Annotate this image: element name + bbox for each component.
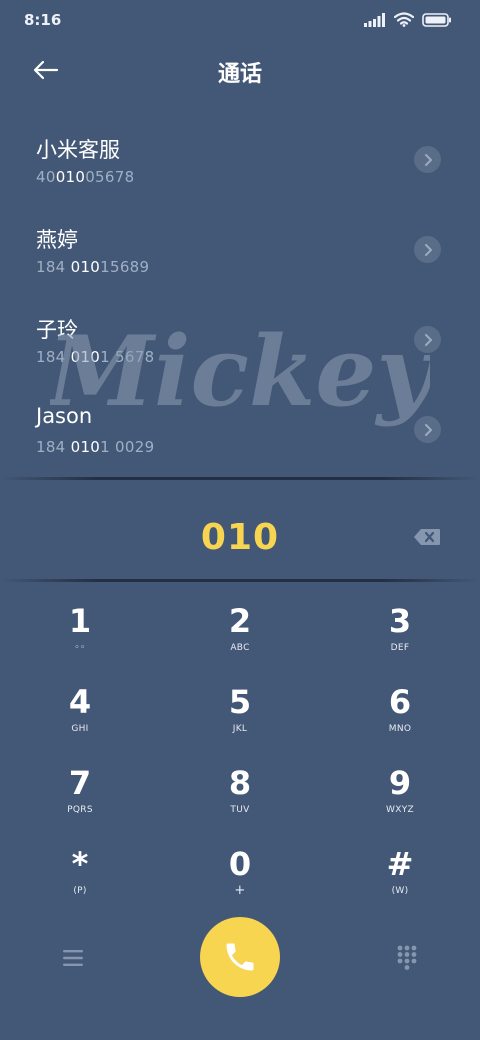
key-2[interactable]: 2 ABC [160, 602, 320, 682]
voicemail-icon: ◦◦ [74, 643, 86, 653]
contact-name: 燕婷 [36, 228, 78, 252]
status-bar: 8:16 [0, 0, 480, 42]
divider [0, 579, 480, 582]
key-5[interactable]: 5 JKL [160, 683, 320, 763]
chevron-right-icon[interactable] [414, 146, 441, 173]
contact-item[interactable]: 子玲 184 0101 5678 [0, 314, 480, 400]
contact-name: Jason [36, 404, 93, 428]
page-title: 通话 [217, 62, 262, 87]
divider [0, 477, 480, 480]
menu-icon [63, 950, 83, 966]
key-9[interactable]: 9 WXYZ [320, 764, 480, 844]
contact-item[interactable]: 燕婷 184 01015689 [0, 224, 480, 310]
key-6[interactable]: 6 MNO [320, 683, 480, 763]
phone-icon [226, 943, 254, 971]
key-hash[interactable]: # (W) [320, 845, 480, 925]
contact-number: 184 0101 0029 [36, 438, 155, 456]
status-icons [364, 12, 452, 31]
keypad-toggle-button[interactable] [392, 942, 422, 972]
contact-name: 小米客服 [36, 138, 120, 162]
key-4[interactable]: 4 GHI [0, 683, 160, 763]
contact-number: 184 01015689 [36, 258, 150, 276]
signal-icon [364, 12, 386, 31]
key-7[interactable]: 7 PQRS [0, 764, 160, 844]
key-8[interactable]: 8 TUV [160, 764, 320, 844]
key-0[interactable]: 0 + [160, 845, 320, 925]
contact-item[interactable]: 小米客服 4001005678 [0, 134, 480, 220]
key-3[interactable]: 3 DEF [320, 602, 480, 682]
keypad-icon [397, 945, 417, 970]
chevron-right-icon[interactable] [414, 416, 441, 443]
chevron-right-icon[interactable] [414, 326, 441, 353]
battery-icon [422, 12, 452, 31]
backspace-icon [414, 529, 440, 545]
dialed-number: 010 [200, 517, 280, 558]
wifi-icon [393, 12, 415, 31]
dial-display: 010 [0, 505, 480, 571]
header: 通话 [0, 42, 480, 100]
chevron-right-icon[interactable] [414, 236, 441, 263]
backspace-button[interactable] [412, 525, 442, 549]
contact-name: 子玲 [36, 318, 78, 342]
contact-number: 184 0101 5678 [36, 348, 155, 366]
call-button[interactable] [200, 917, 280, 997]
bottom-bar [0, 915, 480, 1005]
key-star[interactable]: * (P) [0, 845, 160, 925]
menu-button[interactable] [58, 943, 88, 973]
contact-number: 4001005678 [36, 168, 135, 186]
key-1[interactable]: 1 ◦◦ [0, 602, 160, 682]
status-time: 8:16 [24, 11, 62, 29]
